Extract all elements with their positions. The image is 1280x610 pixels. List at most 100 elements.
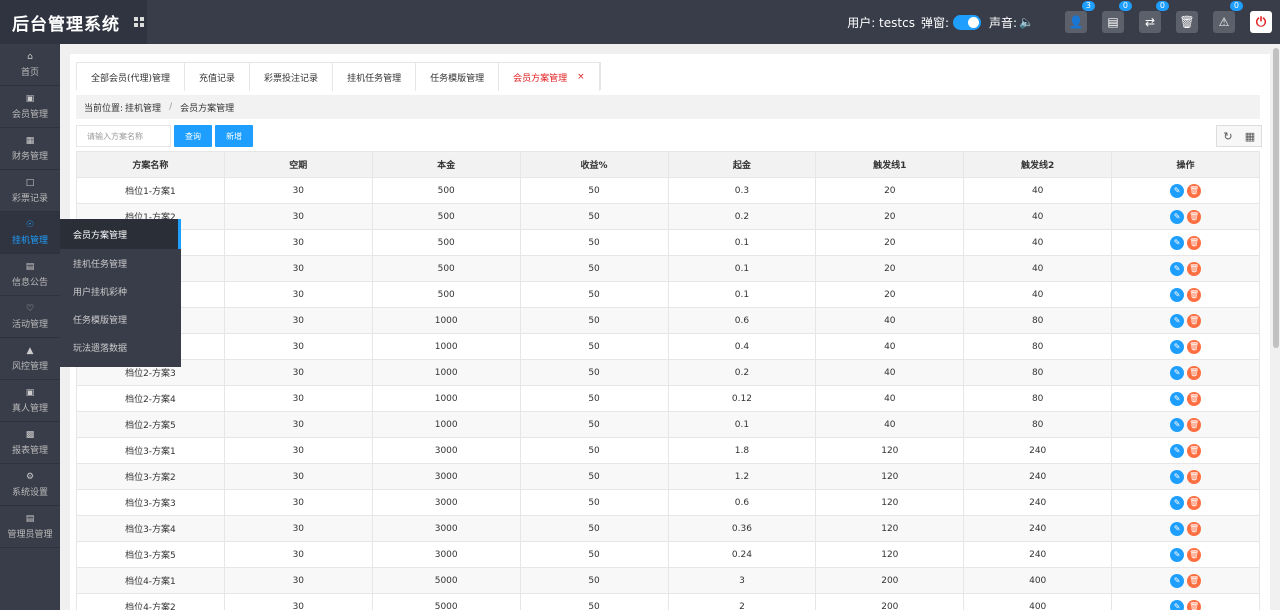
sidebar-item-risk[interactable]: ▲ 风控管理: [0, 338, 60, 380]
delete-icon[interactable]: 🗑: [1187, 495, 1202, 510]
sidebar-item-live[interactable]: ▣ 真人管理: [0, 380, 60, 422]
edit-icon[interactable]: ✎: [1170, 573, 1185, 588]
warning-button[interactable]: ⚠ 0: [1213, 1, 1243, 33]
grid-view-icon[interactable]: ▦: [1239, 126, 1261, 146]
search-input[interactable]: 请输入方案名称: [76, 125, 171, 147]
tab-hangup-tasks[interactable]: 挂机任务管理: [333, 63, 417, 91]
scrollbar-thumb[interactable]: [1273, 48, 1279, 348]
table-cell-actions: ✎ 🗑: [1111, 515, 1260, 542]
delete-icon[interactable]: 🗑: [1187, 235, 1202, 250]
edit-icon[interactable]: ✎: [1170, 417, 1185, 432]
edit-icon[interactable]: ✎: [1170, 287, 1185, 302]
warning-badge: 0: [1229, 1, 1243, 11]
menu-toggle-icon[interactable]: [134, 17, 144, 27]
sidebar-item-finance[interactable]: ▦ 财务管理: [0, 128, 60, 170]
close-icon[interactable]: ×: [577, 72, 585, 82]
delete-icon[interactable]: 🗑: [1187, 547, 1202, 562]
hangup-submenu: 会员方案管理 挂机任务管理 用户挂机彩种 任务模版管理 玩法遗落数据: [60, 219, 181, 367]
table-cell: 50: [519, 463, 669, 490]
refresh-button[interactable]: ⇄ 0: [1139, 1, 1169, 33]
tab-all-members[interactable]: 全部会员(代理)管理: [77, 63, 186, 91]
delete-icon[interactable]: 🗑: [1187, 313, 1202, 328]
add-button[interactable]: 新增: [215, 125, 253, 147]
edit-icon[interactable]: ✎: [1170, 365, 1185, 380]
breadcrumb-current: 会员方案管理: [180, 103, 235, 114]
row-actions: ✎ 🗑: [1112, 469, 1259, 484]
edit-icon[interactable]: ✎: [1170, 235, 1185, 250]
edit-icon[interactable]: ✎: [1170, 495, 1185, 510]
table-cell: 30: [223, 593, 373, 610]
table-row: 档位3-方案1 30 3000 50 1.8 120 240 ✎ 🗑: [76, 437, 1260, 464]
table-cell: 400: [963, 593, 1113, 610]
edit-icon[interactable]: ✎: [1170, 209, 1185, 224]
edit-icon[interactable]: ✎: [1170, 183, 1185, 198]
tab-task-templates[interactable]: 任务模版管理: [416, 63, 500, 91]
delete-icon[interactable]: 🗑: [1187, 339, 1202, 354]
breadcrumb-parent[interactable]: 挂机管理: [125, 101, 161, 114]
submenu-item-hangup-tasks[interactable]: 挂机任务管理: [60, 249, 181, 277]
table-cell-actions: ✎ 🗑: [1111, 203, 1260, 230]
table-cell: 80: [963, 411, 1113, 438]
query-button[interactable]: 查询: [174, 125, 212, 147]
sidebar-item-home[interactable]: ⌂ 首页: [0, 44, 60, 86]
edit-icon[interactable]: ✎: [1170, 313, 1185, 328]
sidebar-item-lottery[interactable]: □ 彩票记录: [0, 170, 60, 212]
user-button[interactable]: 👤 3: [1065, 1, 1095, 33]
card-icon: ▤: [1107, 15, 1119, 29]
delete-icon[interactable]: 🗑: [1187, 183, 1202, 198]
popup-toggle[interactable]: [953, 14, 981, 30]
main-panel: 全部会员(代理)管理 充值记录 彩票投注记录 挂机任务管理 任务模版管理 会员方…: [70, 54, 1270, 610]
sidebar-item-report[interactable]: ▩ 报表管理: [0, 422, 60, 464]
submenu-item-task-templates[interactable]: 任务模版管理: [60, 305, 181, 333]
sidebar-item-admin[interactable]: ▤ 管理员管理: [0, 506, 60, 548]
sidebar-item-settings[interactable]: ⚙ 系统设置: [0, 464, 60, 506]
tab-member-plans[interactable]: 会员方案管理 ×: [499, 63, 600, 91]
trash-button[interactable]: 🗑: [1176, 11, 1198, 33]
delete-icon[interactable]: 🗑: [1187, 261, 1202, 276]
row-actions: ✎ 🗑: [1112, 365, 1259, 380]
popup-label: 弹窗:: [920, 15, 949, 30]
table-cell: 50: [519, 281, 669, 308]
tab-recharge[interactable]: 充值记录: [185, 63, 251, 91]
delete-icon[interactable]: 🗑: [1187, 365, 1202, 380]
speaker-icon[interactable]: 🔈: [1019, 15, 1034, 29]
edit-icon[interactable]: ✎: [1170, 391, 1185, 406]
delete-icon[interactable]: 🗑: [1187, 573, 1202, 588]
delete-icon[interactable]: 🗑: [1187, 469, 1202, 484]
refresh-icon[interactable]: ↻: [1217, 126, 1239, 146]
table-cell: 档位4-方案2: [76, 593, 225, 610]
table-cell: 80: [963, 307, 1113, 334]
submenu-item-user-lottery[interactable]: 用户挂机彩种: [60, 277, 181, 305]
delete-icon[interactable]: 🗑: [1187, 599, 1202, 610]
sidebar-item-notice[interactable]: ▤ 信息公告: [0, 254, 60, 296]
power-button[interactable]: ⏻: [1250, 11, 1272, 33]
table-cell: 50: [519, 307, 669, 334]
table-row: 档位2-方案4 30 1000 50 0.12 40 80 ✎ 🗑: [76, 385, 1260, 412]
delete-icon[interactable]: 🗑: [1187, 287, 1202, 302]
delete-icon[interactable]: 🗑: [1187, 521, 1202, 536]
delete-icon[interactable]: 🗑: [1187, 209, 1202, 224]
breadcrumb: 当前位置: 挂机管理 / 会员方案管理: [76, 95, 1260, 119]
sidebar-item-hangup[interactable]: ☉ 挂机管理: [0, 212, 60, 254]
edit-icon[interactable]: ✎: [1170, 469, 1185, 484]
edit-icon[interactable]: ✎: [1170, 547, 1185, 562]
edit-icon[interactable]: ✎: [1170, 521, 1185, 536]
edit-icon[interactable]: ✎: [1170, 339, 1185, 354]
table-cell: 120: [815, 463, 965, 490]
delete-icon[interactable]: 🗑: [1187, 443, 1202, 458]
table-cell: 30: [223, 411, 373, 438]
edit-icon[interactable]: ✎: [1170, 261, 1185, 276]
submenu-item-omission-data[interactable]: 玩法遗落数据: [60, 333, 181, 361]
edit-icon[interactable]: ✎: [1170, 443, 1185, 458]
edit-icon[interactable]: ✎: [1170, 599, 1185, 610]
card-button[interactable]: ▤ 0: [1102, 1, 1132, 33]
delete-icon[interactable]: 🗑: [1187, 417, 1202, 432]
delete-icon[interactable]: 🗑: [1187, 391, 1202, 406]
submenu-item-member-plans[interactable]: 会员方案管理: [60, 219, 181, 249]
table-cell: 120: [815, 541, 965, 568]
table-cell: 档位4-方案1: [76, 567, 225, 594]
sidebar-item-activity[interactable]: ♡ 活动管理: [0, 296, 60, 338]
table-cell: 0.4: [667, 333, 817, 360]
tab-lottery-bets[interactable]: 彩票投注记录: [250, 63, 334, 91]
sidebar-item-member[interactable]: ▣ 会员管理: [0, 86, 60, 128]
